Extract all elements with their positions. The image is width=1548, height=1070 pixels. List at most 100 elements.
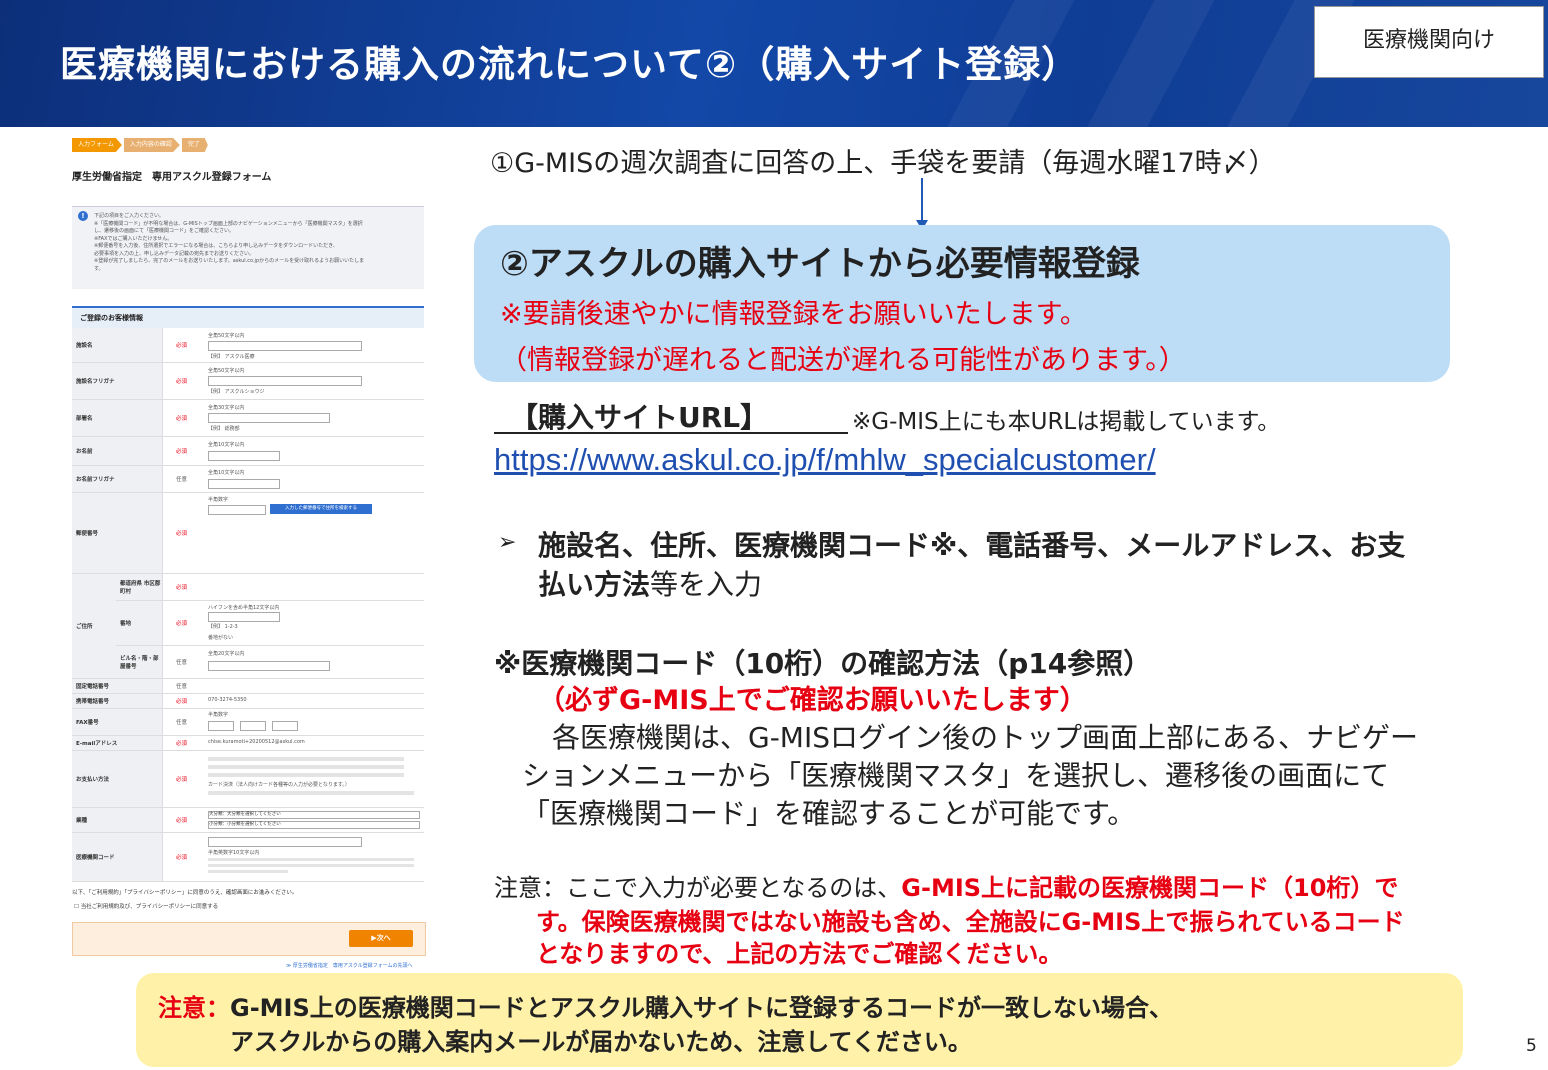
required-mark: 必須 [176, 531, 188, 537]
form-title: 厚生労働省指定 専用アスクル登録フォーム [72, 172, 272, 183]
form-top-link[interactable]: ≫ 厚生労働省指定 専用アスクル登録フォームの先頭へ [286, 962, 413, 969]
field-hint: 全角10文字以内 [208, 470, 245, 476]
form-row-mobile: 携帯電話番号 必須 070-3274-5350 [72, 694, 424, 709]
form-notice-text: 下記の項目をご入力ください。 ※「医療機関コード」が不明な場合は、G-MISトッ… [94, 213, 416, 273]
field-label: ビル名・階・部屋番号 [120, 656, 159, 670]
next-button[interactable]: ▶次へ [349, 930, 413, 947]
facility-input[interactable] [208, 341, 362, 351]
caution-text: G-MIS上の医療機関コードとアスクル購入サイトに登録するコードが一致しない場合… [230, 994, 1174, 1022]
url-heading: 【購入サイトURL】 [510, 401, 769, 434]
field-label: お名前フリガナ [76, 477, 115, 483]
optional-mark: 任意 [176, 720, 188, 726]
street-input[interactable] [208, 612, 280, 622]
industry-minor-select[interactable]: 小分類：小分類を選択してください [208, 821, 420, 829]
next-area: ▶次へ [72, 922, 426, 956]
required-mark: 必須 [176, 379, 188, 385]
url-heading-underline: 【購入サイトURL】 [494, 396, 848, 434]
facility-kana-input[interactable] [208, 376, 362, 386]
name-kana-input[interactable] [208, 479, 280, 489]
page-number: 5 [1526, 1036, 1537, 1056]
form-row-building: ビル名・階・部屋番号 任意 全角20文字以内 [116, 646, 424, 679]
postal-search-button[interactable]: 入力した郵便番号で住所を検索する [270, 504, 372, 514]
code-check-line1: 各医療機関は、G-MISログイン後のトップ画面上部にある、ナビゲー [552, 721, 1418, 754]
field-label: 施設名フリガナ [76, 379, 115, 385]
registration-form-thumbnail: 入力フォーム 入力内容の確認 完了 厚生労働省指定 専用アスクル登録フォーム !… [72, 136, 426, 970]
postal-code-input[interactable] [208, 505, 266, 515]
fax-input-3[interactable] [272, 721, 298, 731]
required-mark: 必須 [176, 818, 188, 824]
step2-warning: （情報登録が遅れると配送が遅れる可能性があります。） [500, 345, 1186, 376]
form-row-name: お名前 必須 全角10文字以内 [72, 437, 424, 466]
form-step-input: 入力フォーム [72, 138, 122, 152]
industry-major-select[interactable]: 大分類：大分類を選択してください [208, 811, 420, 819]
input-items-bold: 払い方法 [538, 568, 651, 601]
field-label: 業種 [76, 818, 88, 824]
form-step-complete: 完了 [181, 138, 208, 152]
field-hint: ハイフンを含め半角12文字以内 [208, 605, 280, 611]
input-items-line2: 払い方法等を入力 [538, 563, 762, 603]
field-hint: 全角20文字以内 [208, 651, 245, 657]
field-hint: 全角30文字以内 [208, 405, 245, 411]
step2-request: ※要請後速やかに情報登録をお願いいたします。 [500, 299, 1087, 330]
fax-input-1[interactable] [208, 721, 234, 731]
caution-line1: 注意：G-MIS上の医療機関コードとアスクル購入サイトに登録するコードが一致しな… [158, 988, 1173, 1023]
building-input[interactable] [208, 661, 330, 671]
payment-card-option[interactable]: カード決済（法人向けカード各種等の入力が必要となります。） [208, 781, 350, 788]
url-note: ※G-MIS上にも本URLは掲載しています。 [852, 409, 1281, 435]
purchase-site-link[interactable]: https://www.askul.co.jp/f/mhlw_specialcu… [494, 442, 1156, 478]
required-mark: 必須 [176, 621, 188, 627]
info-icon: ! [78, 211, 88, 221]
note-line3: となりますので、上記の方法でご確認ください。 [536, 940, 1063, 968]
form-row-fax: FAX番号 任意 半角数字 [72, 709, 424, 736]
form-row-facility: 施設名 必須 全角50文字以内 【例】 アスクル医療 [72, 328, 424, 363]
agree-checkbox-row[interactable]: ☐ 当社ご利用規約及び、プライバシーポリシーに同意する [74, 902, 218, 910]
form-section-header: ご登録のお客様情報 [72, 306, 424, 328]
medical-code-input[interactable] [208, 837, 362, 847]
field-hint: 半角数字 [208, 712, 229, 718]
field-label: お支払い方法 [76, 777, 110, 783]
bullet-arrow-icon: ➢ [498, 530, 517, 555]
field-label: FAX番号 [76, 720, 99, 726]
required-mark: 必須 [176, 449, 188, 455]
no-address-checkbox[interactable]: 番地がない [208, 634, 233, 641]
note-prefix: 注意：ここで入力が必要となるのは、 [494, 874, 902, 902]
field-label: 郵便番号 [76, 531, 99, 537]
field-sample: 【例】 アスクル医療 [208, 354, 255, 360]
department-input[interactable] [208, 413, 330, 423]
form-notice: ! 下記の項目をご入力ください。 ※「医療機関コード」が不明な場合は、G-MIS… [72, 206, 424, 289]
required-mark: 必須 [176, 741, 188, 747]
form-row-facility-kana: 施設名フリガナ 必須 全角50文字以内 【例】 アスクルショウジ [72, 363, 424, 400]
note-red: G-MIS上に記載の医療機関コード（10桁）で [901, 874, 1399, 902]
field-sample: 【例】 総務部 [208, 426, 240, 432]
input-items-rest: 等を入力 [650, 568, 763, 601]
next-button-label: 次へ [376, 934, 391, 942]
field-label: 部署名 [76, 416, 93, 422]
fax-input-2[interactable] [240, 721, 266, 731]
note-line1: 注意：ここで入力が必要となるのは、G-MIS上に記載の医療機関コード（10桁）で [494, 868, 1398, 903]
notice-line: 下記の項目をご入力ください。 [94, 213, 165, 219]
name-input[interactable] [208, 451, 280, 461]
field-hint: 全角10文字以内 [208, 442, 245, 448]
required-mark: 必須 [176, 699, 188, 705]
code-check-line3: 「医療機関コード」を確認することが可能です。 [522, 797, 1136, 830]
code-check-warning: （必ずG-MIS上でご確認お願いいたします） [538, 685, 1087, 716]
field-label: 医療機関コード [76, 855, 115, 861]
notice-line: 必要事項を入力の上、申し込みデータ記載の宛先までお送りください。 [94, 250, 255, 257]
required-mark: 必須 [176, 416, 188, 422]
field-sample: 【例】 アスクルショウジ [208, 389, 265, 395]
field-label: 携帯電話番号 [76, 699, 110, 705]
field-label: 番地 [120, 621, 132, 627]
form-row-street: 番地 必須 ハイフンを含め半角12文字以内 【例】 1-2-3 番地がない [116, 601, 424, 646]
notice-line: ※登録が完了しましたら、完了のメールをお送りいたします。askul.co.jpか… [94, 258, 365, 264]
field-hint: chise.kuramoti+20200512@askul.com [208, 739, 305, 745]
form-steps: 入力フォーム 入力内容の確認 完了 [72, 138, 210, 152]
notice-line: し、遷移後の画面にて「医療機関コード」をご確認ください。 [94, 228, 235, 234]
field-label: 施設名 [76, 343, 93, 349]
agree-checkbox-label: 当社ご利用規約及び、プライバシーポリシーに同意する [80, 904, 219, 910]
checkbox-icon[interactable]: ☐ [74, 904, 79, 910]
required-mark: 必須 [176, 777, 188, 783]
notice-line: ※FAXではご購入いただけません。 [94, 235, 173, 242]
form-row-email: E-mailアドレス 必須 chise.kuramoti+20200512@as… [72, 736, 424, 751]
field-hint: 070-3274-5350 [208, 697, 247, 703]
input-items-line1: 施設名、住所、医療機関コード※、電話番号、メールアドレス、お支 [538, 529, 1406, 562]
